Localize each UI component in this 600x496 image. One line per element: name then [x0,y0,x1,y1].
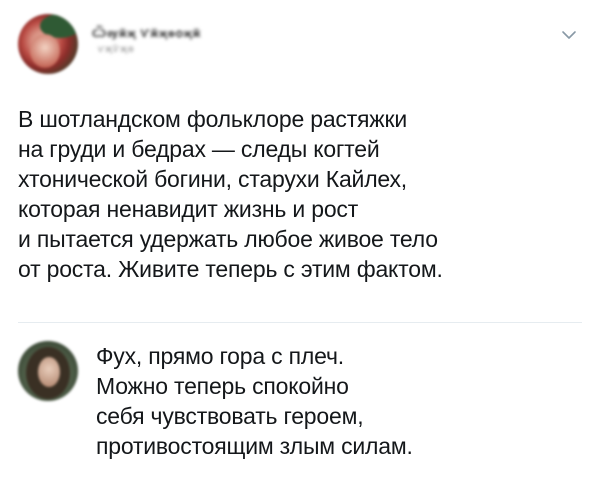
tweet-text-line: на груди и бедрах — следы когтей [18,136,380,162]
reply-text-line: Можно теперь спокойно [96,373,349,399]
tweet: Ѽѹӂҗ Ѵӂҗѳѻҗӂ ѵҗѷҗѳ В шотландском фолькло… [0,0,600,322]
chevron-down-icon[interactable] [560,28,578,42]
tweet-text-line: и пытается удержать любое живое тело [18,226,438,252]
author-info: Ѽѹӂҗ Ѵӂҗѳѻҗӂ ѵҗѷҗѳ [92,28,201,55]
author-avatar[interactable] [18,14,78,74]
avatar-face-shape [38,357,60,387]
reply-text: Фух, прямо гора с плеч. Можно теперь спо… [96,341,586,461]
tweet-text-line: от роста. Живите теперь с этим фактом. [18,256,443,282]
tweet-text-line: хтонической богини, старухи Кайлех, [18,166,407,192]
author-handle[interactable]: ѵҗѷҗѳ [98,44,201,55]
reply: Фух, прямо гора с плеч. Можно теперь спо… [0,323,600,496]
tweet-text-line: которая ненавидит жизнь и рост [18,196,359,222]
tweet-text-line: В шотландском фольклоре растяжки [18,106,407,132]
avatar-face-shape [30,34,60,68]
reply-text-line: себя чувствовать героем, [96,403,364,429]
reply-text-line: Фух, прямо гора с плеч. [96,343,344,369]
reply-avatar[interactable] [18,341,78,401]
reply-text-line: противостоящим злым силам. [96,433,413,459]
tweet-text: В шотландском фольклоре растяжки на груд… [18,104,588,284]
author-name[interactable]: Ѽѹӂҗ Ѵӂҗѳѻҗӂ [92,28,201,40]
